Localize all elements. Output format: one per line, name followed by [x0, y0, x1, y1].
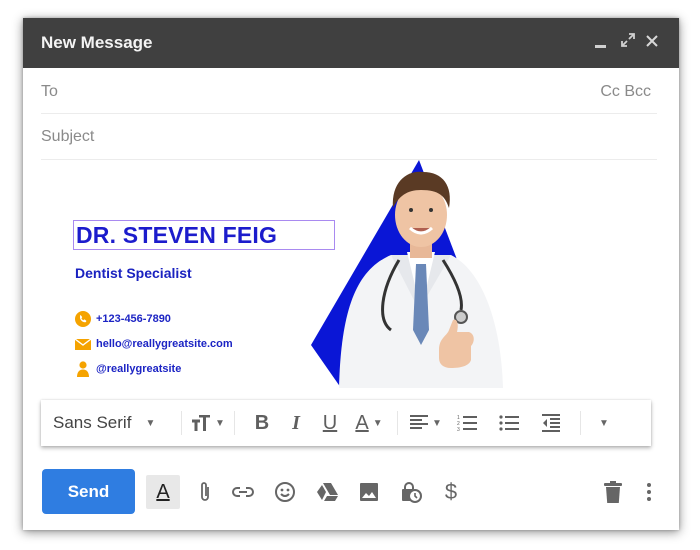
italic-button[interactable]: I — [279, 412, 313, 435]
numbered-list-button[interactable]: 123 — [450, 414, 484, 432]
dollar-icon: $ — [444, 479, 458, 504]
subject-field-row — [41, 114, 657, 160]
send-button[interactable]: Send — [42, 469, 135, 514]
minimize-button[interactable] — [595, 32, 606, 48]
signature-social: @reallygreatsite — [75, 361, 181, 377]
phone-text: +123-456-7890 — [96, 313, 171, 325]
text-format-icon: A — [156, 480, 170, 503]
insert-link-button[interactable] — [231, 480, 255, 504]
to-field-row: To Cc Bcc — [41, 68, 657, 114]
formatting-toolbar: Sans Serif ▼ ▼ B I U A ▼ ▼ 123 ▼ — [41, 400, 651, 446]
minimize-icon — [595, 45, 606, 48]
cc-bcc-links: Cc Bcc — [600, 83, 651, 101]
toolbar-divider — [580, 411, 581, 435]
toolbar-divider — [397, 411, 398, 435]
chevron-down-icon: ▼ — [432, 417, 442, 429]
indent-less-icon — [542, 414, 560, 432]
text-color-button[interactable]: A ▼ — [347, 412, 391, 435]
underline-button[interactable]: U — [313, 412, 347, 435]
bold-button[interactable]: B — [245, 412, 279, 435]
insert-photo-button[interactable] — [357, 480, 381, 504]
underline-icon: U — [322, 411, 338, 434]
align-button[interactable]: ▼ — [402, 415, 450, 431]
compose-title: New Message — [41, 33, 153, 52]
insert-money-button[interactable]: $ — [439, 479, 463, 504]
bcc-link[interactable]: Bcc — [624, 83, 651, 100]
discard-draft-button[interactable] — [601, 480, 625, 504]
user-icon — [77, 361, 89, 377]
doctor-illustration — [311, 160, 503, 388]
link-icon — [232, 487, 254, 497]
chevron-down-icon: ▼ — [599, 417, 609, 429]
bold-icon: B — [254, 411, 270, 434]
to-label: To — [41, 83, 58, 100]
font-size-button[interactable]: ▼ — [182, 415, 234, 431]
align-left-icon — [410, 415, 429, 429]
formatting-options-toggle[interactable]: A — [146, 475, 180, 509]
chevron-down-icon: ▼ — [372, 417, 383, 429]
phone-icon — [75, 311, 91, 327]
compose-titlebar[interactable]: New Message — [23, 18, 679, 68]
lock-clock-icon — [402, 482, 422, 503]
signature-email: hello@reallygreatsite.com — [75, 336, 233, 352]
compose-window: New Message To Cc Bcc DR. STEVEN FEIG De… — [23, 18, 679, 530]
expand-icon — [621, 33, 635, 47]
emoji-icon — [275, 482, 295, 502]
trash-icon — [604, 481, 622, 503]
doctor-photo — [311, 160, 519, 388]
fullscreen-button[interactable] — [620, 32, 636, 52]
svg-text:3: 3 — [457, 427, 460, 432]
indent-less-button[interactable] — [534, 414, 568, 432]
more-options-button[interactable] — [637, 480, 661, 504]
font-family-value: Sans Serif — [53, 413, 132, 432]
close-button[interactable] — [645, 32, 659, 52]
more-formatting-button[interactable]: ▼ — [587, 418, 621, 429]
text-color-icon: A — [355, 411, 369, 434]
chevron-down-icon: ▼ — [145, 417, 156, 429]
font-family-select[interactable]: Sans Serif ▼ — [53, 413, 181, 433]
drive-icon — [317, 483, 338, 501]
numbered-list-icon: 123 — [457, 415, 477, 432]
signature-name: DR. STEVEN FEIG — [73, 220, 335, 250]
attach-file-button[interactable] — [193, 480, 217, 504]
signature-phone: +123-456-7890 — [75, 311, 171, 327]
more-vert-icon — [647, 483, 651, 501]
bulleted-list-button[interactable] — [492, 414, 526, 432]
chevron-down-icon: ▼ — [215, 417, 225, 429]
bulleted-list-icon — [499, 415, 519, 431]
subject-input[interactable] — [41, 124, 641, 150]
social-text: @reallygreatsite — [96, 363, 182, 375]
close-icon — [646, 35, 658, 47]
email-text: hello@reallygreatsite.com — [96, 338, 233, 350]
confidential-mode-button[interactable] — [399, 480, 423, 504]
email-signature[interactable]: DR. STEVEN FEIG Dentist Specialist +123-… — [23, 160, 679, 388]
email-icon — [75, 338, 91, 350]
insert-emoji-button[interactable] — [273, 480, 297, 504]
italic-icon: I — [292, 411, 300, 434]
photo-icon — [360, 483, 378, 501]
compose-bottom-bar: Send A $ — [23, 466, 679, 526]
signature-role: Dentist Specialist — [75, 265, 192, 281]
to-input[interactable] — [69, 78, 569, 104]
google-drive-button[interactable] — [315, 480, 339, 504]
attach-icon — [201, 482, 209, 501]
toolbar-divider — [234, 411, 235, 435]
font-size-icon — [192, 415, 211, 431]
cc-link[interactable]: Cc — [600, 83, 620, 100]
